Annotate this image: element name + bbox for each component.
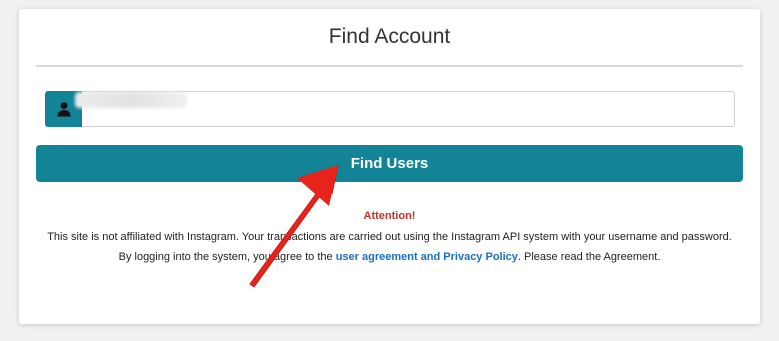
attention-heading: Attention! [363,210,416,222]
agreement-text: By logging into the system, you agree to… [19,251,760,263]
find-account-card: Find Account Find Users Attention! This … [19,9,760,324]
disclaimer-text: This site is not affiliated with Instagr… [47,231,732,243]
page-title: Find Account [328,25,451,48]
title-divider [36,65,743,67]
agreement-link[interactable]: user agreement and Privacy Policy [336,251,518,263]
agreement-text-after: . Please read the Agreement. [517,251,661,263]
find-users-button[interactable]: Find Users [36,145,743,182]
blurred-username [75,92,187,108]
agreement-text-before: By logging into the system, you agree to… [118,251,336,263]
